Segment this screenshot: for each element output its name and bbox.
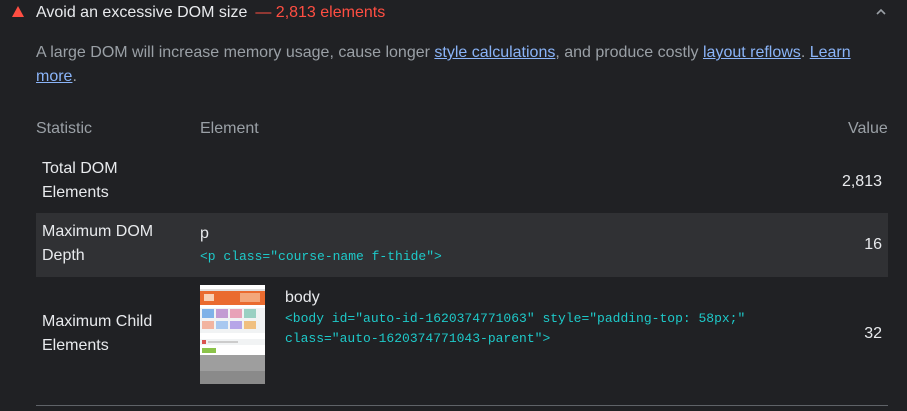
node-label[interactable]: p [200, 224, 209, 244]
column-header-value: Value [848, 120, 888, 137]
page-screenshot-thumbnail[interactable] [200, 285, 265, 384]
description-text: . [72, 68, 77, 85]
node-snippet-line-2[interactable]: class="auto-1620374771043-parent"> [285, 329, 550, 349]
audit-header-toggle[interactable]: Avoid an excessive DOM size — 2,813 eleme… [0, 0, 907, 26]
table-row: Total DOM Elements 2,813 [36, 151, 888, 213]
description-text: A large DOM will increase memory usage, … [36, 44, 435, 61]
statistic-value: 2,813 [841, 173, 882, 190]
description-text: . [800, 44, 810, 61]
audit-display-value: — 2,813 elements [255, 4, 386, 21]
statistic-label: Maximum DOM Depth [42, 223, 154, 264]
node-label[interactable]: body [285, 288, 320, 308]
column-header-statistic: Statistic [36, 120, 93, 137]
audit-description: A large DOM will increase memory usage, … [36, 41, 876, 89]
description-text: , and produce costly [555, 44, 703, 61]
style-calculations-link[interactable]: style calculations [434, 44, 555, 61]
table-row: Maximum DOM Depth p <p class="course-nam… [36, 213, 888, 277]
statistic-label: Maximum Child Elements [42, 313, 153, 354]
statistic-value: 16 [864, 236, 882, 253]
node-snippet[interactable]: <p class="course-name f-thide"> [200, 247, 442, 267]
layout-reflows-link[interactable]: layout reflows [703, 44, 801, 61]
table-row: Maximum Child Elements body <body id="au… [36, 285, 888, 385]
chevron-up-icon[interactable] [874, 7, 888, 17]
audit-title: Avoid an excessive DOM size — 2,813 eleme… [36, 3, 385, 23]
audit-title-text: Avoid an excessive DOM size [36, 4, 248, 21]
statistic-label: Total DOM Elements [42, 160, 118, 201]
warning-triangle-icon [12, 6, 24, 17]
statistic-value: 32 [864, 325, 882, 342]
dom-size-audit: Avoid an excessive DOM size — 2,813 eleme… [0, 0, 907, 411]
column-header-element: Element [200, 120, 259, 137]
node-snippet-line-1[interactable]: <body id="auto-id-1620374771063" style="… [285, 309, 745, 329]
divider [36, 405, 888, 406]
